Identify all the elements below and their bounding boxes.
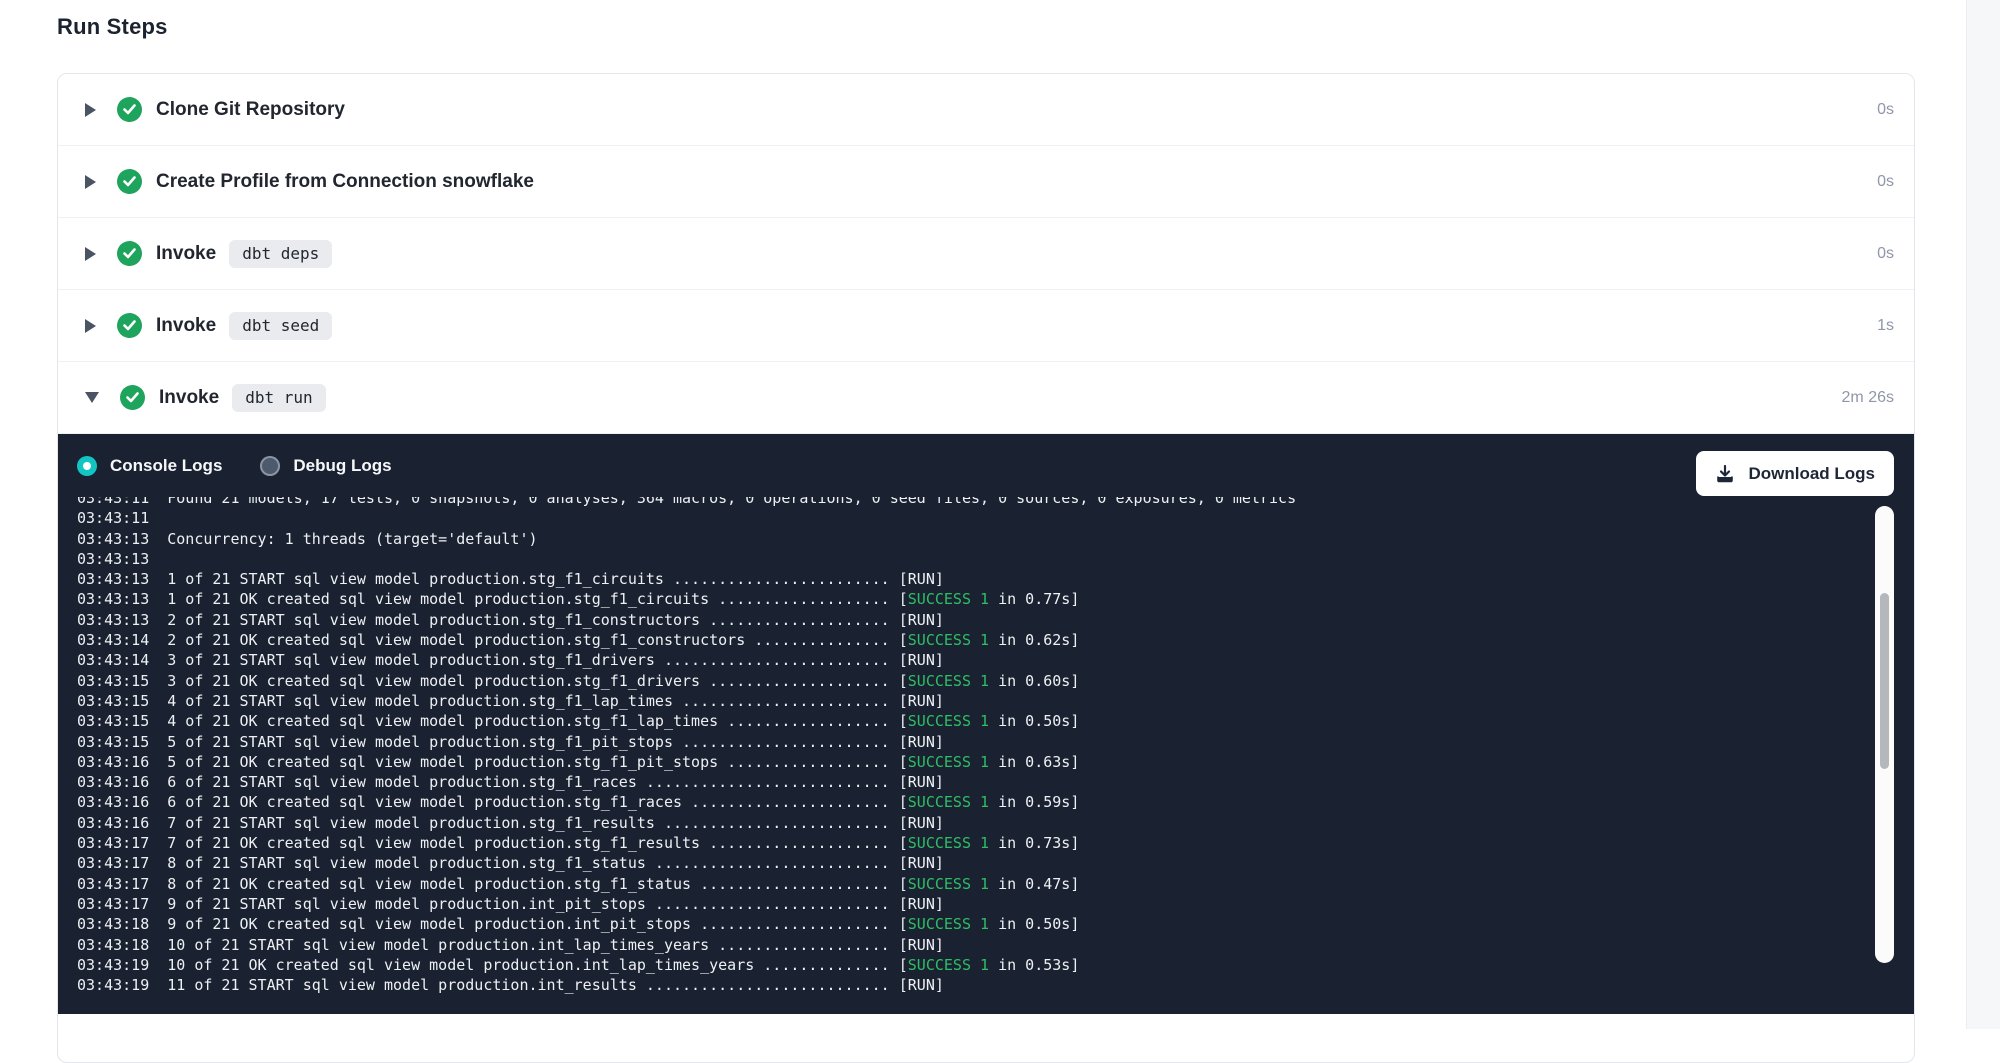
- download-logs-button[interactable]: Download Logs: [1696, 451, 1894, 496]
- log-line: 03:43:178 of 21 OK created sql view mode…: [77, 874, 1866, 894]
- log-line: 03:43:1810 of 21 START sql view model pr…: [77, 935, 1866, 955]
- log-line: 03:43:155 of 21 START sql view model pro…: [77, 732, 1866, 752]
- step-row-create-profile[interactable]: Create Profile from Connection snowflake…: [58, 146, 1914, 218]
- step-row-clone-git-repository[interactable]: Clone Git Repository 0s: [58, 74, 1914, 146]
- step-label: Create Profile from Connection snowflake: [156, 171, 534, 193]
- log-line: 03:43:11: [77, 508, 1866, 528]
- step-label: Invoke: [156, 243, 216, 265]
- log-scrollbar-thumb[interactable]: [1880, 593, 1889, 769]
- log-line: 03:43:153 of 21 OK created sql view mode…: [77, 671, 1866, 691]
- tab-label: Console Logs: [110, 456, 222, 476]
- log-line: 03:43:143 of 21 START sql view model pro…: [77, 650, 1866, 670]
- chevron-right-icon[interactable]: [85, 175, 96, 189]
- step-row-invoke-dbt-run[interactable]: Invoke dbt run 2m 26s: [58, 362, 1914, 434]
- log-line: 03:43:13Concurrency: 1 threads (target='…: [77, 529, 1866, 549]
- chevron-right-icon[interactable]: [85, 103, 96, 117]
- log-line: 03:43:189 of 21 OK created sql view mode…: [77, 914, 1866, 934]
- step-duration: 0s: [1877, 101, 1894, 119]
- success-check-icon: [117, 97, 142, 122]
- console-log-lines: 03:43:11Found 21 models, 17 tests, 0 sna…: [77, 497, 1866, 995]
- log-line: 03:43:142 of 21 OK created sql view mode…: [77, 630, 1866, 650]
- step-duration: 1s: [1877, 317, 1894, 335]
- log-line: 03:43:132 of 21 START sql view model pro…: [77, 610, 1866, 630]
- tab-console-logs[interactable]: Console Logs: [77, 456, 222, 476]
- log-scrollbar-track[interactable]: [1875, 506, 1894, 963]
- success-check-icon: [117, 241, 142, 266]
- chevron-down-icon[interactable]: [85, 392, 99, 403]
- tab-debug-logs[interactable]: Debug Logs: [260, 456, 391, 476]
- command-chip: dbt deps: [229, 240, 332, 268]
- console-log-panel: Console Logs Debug Logs Download Logs 03…: [58, 434, 1914, 1014]
- log-line: 03:43:1910 of 21 OK created sql view mod…: [77, 955, 1866, 975]
- tab-label: Debug Logs: [293, 456, 391, 476]
- log-line: 03:43:178 of 21 START sql view model pro…: [77, 853, 1866, 873]
- log-line: 03:43:179 of 21 START sql view model pro…: [77, 894, 1866, 914]
- radio-unselected-icon[interactable]: [260, 456, 280, 476]
- log-line: 03:43:131 of 21 START sql view model pro…: [77, 569, 1866, 589]
- step-label: Clone Git Repository: [156, 99, 345, 121]
- right-gutter: [1966, 0, 2000, 1029]
- step-duration: 2m 26s: [1842, 389, 1894, 407]
- chevron-right-icon[interactable]: [85, 319, 96, 333]
- log-line: 03:43:166 of 21 START sql view model pro…: [77, 772, 1866, 792]
- run-steps-card: Clone Git Repository 0s Create Profile f…: [57, 73, 1915, 1063]
- success-check-icon: [117, 313, 142, 338]
- log-line: 03:43:166 of 21 OK created sql view mode…: [77, 792, 1866, 812]
- step-row-invoke-dbt-seed[interactable]: Invoke dbt seed 1s: [58, 290, 1914, 362]
- log-line: 03:43:154 of 21 START sql view model pro…: [77, 691, 1866, 711]
- step-label: Invoke: [159, 387, 219, 409]
- log-line: 03:43:177 of 21 OK created sql view mode…: [77, 833, 1866, 853]
- step-row-invoke-dbt-deps[interactable]: Invoke dbt deps 0s: [58, 218, 1914, 290]
- page-title: Run Steps: [57, 14, 168, 40]
- log-line: 03:43:13: [77, 549, 1866, 569]
- console-log-viewport[interactable]: 03:43:11Found 21 models, 17 tests, 0 sna…: [77, 497, 1866, 1002]
- log-line: 03:43:131 of 21 OK created sql view mode…: [77, 589, 1866, 609]
- step-duration: 0s: [1877, 173, 1894, 191]
- chevron-right-icon[interactable]: [85, 247, 96, 261]
- log-line: 03:43:1911 of 21 START sql view model pr…: [77, 975, 1866, 995]
- success-check-icon: [120, 385, 145, 410]
- log-line: 03:43:11Found 21 models, 17 tests, 0 sna…: [77, 497, 1866, 508]
- log-line: 03:43:165 of 21 OK created sql view mode…: [77, 752, 1866, 772]
- log-line: 03:43:154 of 21 OK created sql view mode…: [77, 711, 1866, 731]
- step-duration: 0s: [1877, 245, 1894, 263]
- log-line: 03:43:167 of 21 START sql view model pro…: [77, 813, 1866, 833]
- command-chip: dbt run: [232, 384, 325, 412]
- download-logs-label: Download Logs: [1748, 464, 1875, 484]
- success-check-icon: [117, 169, 142, 194]
- step-label: Invoke: [156, 315, 216, 337]
- log-tabs: Console Logs Debug Logs: [77, 434, 392, 498]
- command-chip: dbt seed: [229, 312, 332, 340]
- download-icon: [1715, 464, 1735, 484]
- radio-selected-icon[interactable]: [77, 456, 97, 476]
